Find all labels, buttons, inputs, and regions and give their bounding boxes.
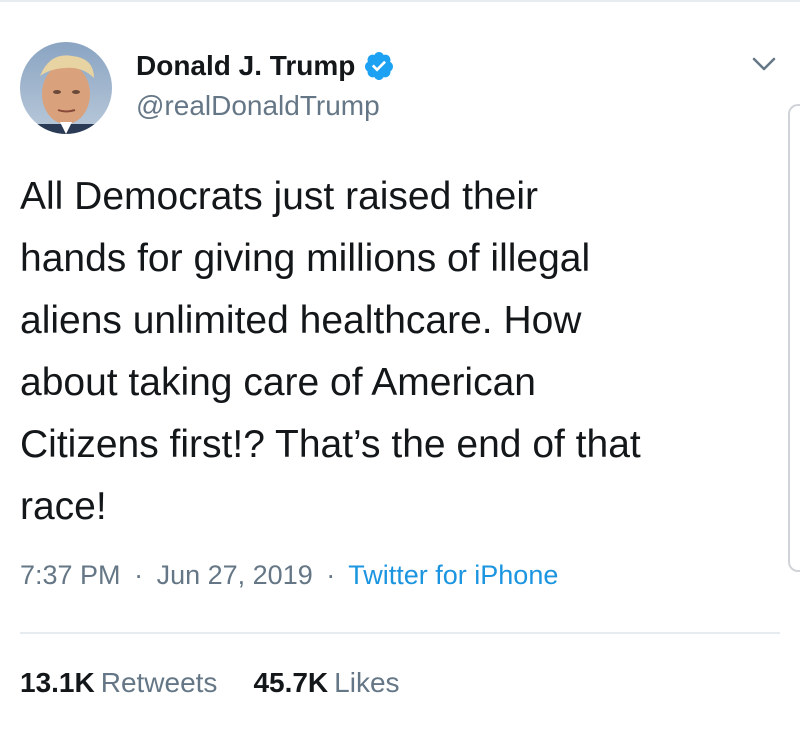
author-handle[interactable]: @realDonaldTrump <box>136 90 380 122</box>
tweet-card: Donald J. Trump @realDonaldTrump All Dem… <box>0 0 800 736</box>
likes-count: 45.7K <box>253 667 329 698</box>
verified-badge-icon <box>363 50 395 82</box>
tweet-date[interactable]: Jun 27, 2019 <box>157 560 313 590</box>
likes-label: Likes <box>334 667 400 698</box>
likes-stat[interactable]: 45.7K Likes <box>253 667 399 699</box>
chevron-down-icon[interactable] <box>748 52 780 76</box>
separator: · <box>326 560 336 590</box>
tweet-metadata: 7:37 PM · Jun 27, 2019 · Twitter for iPh… <box>20 560 558 591</box>
author-name[interactable]: Donald J. Trump <box>136 50 355 82</box>
tweet-time[interactable]: 7:37 PM <box>20 560 121 590</box>
tweet-stats: 13.1K Retweets 45.7K Likes <box>20 667 436 699</box>
scroll-indicator[interactable] <box>788 104 800 572</box>
avatar[interactable] <box>20 42 112 134</box>
retweets-count: 13.1K <box>20 667 95 698</box>
retweets-label: Retweets <box>100 667 218 698</box>
tweet-text: All Democrats just raised their hands fo… <box>20 175 641 528</box>
divider <box>20 632 780 634</box>
tweet-source-link[interactable]: Twitter for iPhone <box>348 560 558 590</box>
author-name-row: Donald J. Trump <box>136 48 395 84</box>
separator: · <box>134 560 144 590</box>
avatar-image <box>20 42 112 134</box>
retweets-stat[interactable]: 13.1K Retweets <box>20 667 217 699</box>
